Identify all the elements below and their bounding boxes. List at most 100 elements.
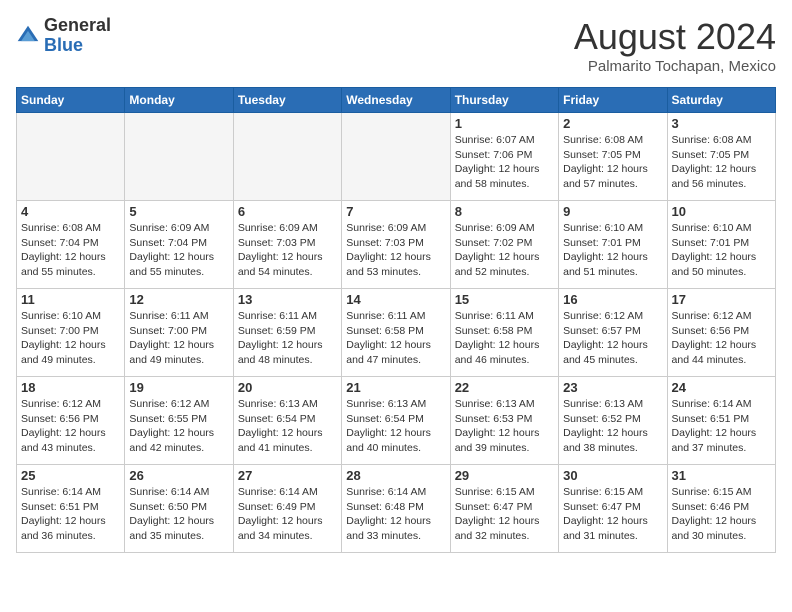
calendar-cell: 18 Sunrise: 6:12 AM Sunset: 6:56 PM Dayli…	[17, 377, 125, 465]
day-number: 22	[455, 380, 554, 395]
calendar-cell: 19Sunrise: 6:12 AM Sunset: 6:55 PM Dayli…	[125, 377, 233, 465]
weekday-header-saturday: Saturday	[667, 88, 775, 113]
calendar-cell: 9Sunrise: 6:10 AM Sunset: 7:01 PM Daylig…	[559, 201, 667, 289]
calendar-cell: 12 Sunrise: 6:11 AM Sunset: 7:00 PM Dayli…	[125, 289, 233, 377]
calendar-table: SundayMondayTuesdayWednesdayThursdayFrid…	[16, 87, 776, 553]
calendar-cell: 15Sunrise: 6:11 AM Sunset: 6:58 PM Dayli…	[450, 289, 558, 377]
day-number: 21	[346, 380, 445, 395]
cell-info: Sunrise: 6:13 AM Sunset: 6:54 PM Dayligh…	[238, 397, 337, 456]
calendar-cell: 4 Sunrise: 6:08 AM Sunset: 7:04 PM Daylig…	[17, 201, 125, 289]
calendar-week-2: 4 Sunrise: 6:08 AM Sunset: 7:04 PM Daylig…	[17, 201, 776, 289]
weekday-header-friday: Friday	[559, 88, 667, 113]
day-number: 1	[455, 116, 554, 131]
day-number: 2	[563, 116, 662, 131]
day-number: 3	[672, 116, 771, 131]
calendar-cell: 30Sunrise: 6:15 AM Sunset: 6:47 PM Dayli…	[559, 465, 667, 553]
calendar-cell	[342, 113, 450, 201]
calendar-cell: 11Sunrise: 6:10 AM Sunset: 7:00 PM Dayli…	[17, 289, 125, 377]
cell-info: Sunrise: 6:13 AM Sunset: 6:54 PM Dayligh…	[346, 397, 445, 456]
cell-info: Sunrise: 6:09 AM Sunset: 7:03 PM Dayligh…	[346, 221, 445, 280]
cell-info: Sunrise: 6:12 AM Sunset: 6:55 PM Dayligh…	[129, 397, 228, 456]
cell-info: Sunrise: 6:11 AM Sunset: 6:59 PM Dayligh…	[238, 309, 337, 368]
cell-info: Sunrise: 6:08 AM Sunset: 7:05 PM Dayligh…	[672, 133, 771, 192]
cell-info: Sunrise: 6:11 AM Sunset: 6:58 PM Dayligh…	[455, 309, 554, 368]
day-number: 4	[21, 204, 120, 219]
calendar-cell: 13 Sunrise: 6:11 AM Sunset: 6:59 PM Dayli…	[233, 289, 341, 377]
calendar-cell: 14 Sunrise: 6:11 AM Sunset: 6:58 PM Dayli…	[342, 289, 450, 377]
calendar-cell: 6 Sunrise: 6:09 AM Sunset: 7:03 PM Daylig…	[233, 201, 341, 289]
cell-info: Sunrise: 6:15 AM Sunset: 6:47 PM Dayligh…	[455, 485, 554, 544]
calendar-cell: 24 Sunrise: 6:14 AM Sunset: 6:51 PM Dayli…	[667, 377, 775, 465]
calendar-cell: 29 Sunrise: 6:15 AM Sunset: 6:47 PM Dayli…	[450, 465, 558, 553]
logo-blue-text: Blue	[44, 35, 83, 55]
cell-info: Sunrise: 6:14 AM Sunset: 6:51 PM Dayligh…	[21, 485, 120, 544]
calendar-cell: 28 Sunrise: 6:14 AM Sunset: 6:48 PM Dayli…	[342, 465, 450, 553]
calendar-cell: 25 Sunrise: 6:14 AM Sunset: 6:51 PM Dayli…	[17, 465, 125, 553]
cell-info: Sunrise: 6:14 AM Sunset: 6:49 PM Dayligh…	[238, 485, 337, 544]
day-number: 6	[238, 204, 337, 219]
calendar-header: SundayMondayTuesdayWednesdayThursdayFrid…	[17, 88, 776, 113]
day-number: 13	[238, 292, 337, 307]
weekday-header-tuesday: Tuesday	[233, 88, 341, 113]
cell-info: Sunrise: 6:12 AM Sunset: 6:56 PM Dayligh…	[672, 309, 771, 368]
day-number: 12	[129, 292, 228, 307]
calendar-cell: 7 Sunrise: 6:09 AM Sunset: 7:03 PM Daylig…	[342, 201, 450, 289]
cell-info: Sunrise: 6:13 AM Sunset: 6:53 PM Dayligh…	[455, 397, 554, 456]
weekday-header-thursday: Thursday	[450, 88, 558, 113]
weekday-header-sunday: Sunday	[17, 88, 125, 113]
calendar-week-3: 11Sunrise: 6:10 AM Sunset: 7:00 PM Dayli…	[17, 289, 776, 377]
calendar-cell	[233, 113, 341, 201]
calendar-cell: 20Sunrise: 6:13 AM Sunset: 6:54 PM Dayli…	[233, 377, 341, 465]
day-number: 24	[672, 380, 771, 395]
calendar-cell	[125, 113, 233, 201]
logo-icon	[16, 24, 40, 48]
day-number: 7	[346, 204, 445, 219]
day-number: 14	[346, 292, 445, 307]
cell-info: Sunrise: 6:13 AM Sunset: 6:52 PM Dayligh…	[563, 397, 662, 456]
day-number: 25	[21, 468, 120, 483]
cell-info: Sunrise: 6:10 AM Sunset: 7:01 PM Dayligh…	[672, 221, 771, 280]
calendar-cell: 23 Sunrise: 6:13 AM Sunset: 6:52 PM Dayli…	[559, 377, 667, 465]
day-number: 18	[21, 380, 120, 395]
location-subtitle: Palmarito Tochapan, Mexico	[574, 58, 776, 75]
cell-info: Sunrise: 6:08 AM Sunset: 7:05 PM Dayligh…	[563, 133, 662, 192]
day-number: 16	[563, 292, 662, 307]
month-title: August 2024	[574, 16, 776, 58]
calendar-week-5: 25 Sunrise: 6:14 AM Sunset: 6:51 PM Dayli…	[17, 465, 776, 553]
day-number: 23	[563, 380, 662, 395]
calendar-cell: 8 Sunrise: 6:09 AM Sunset: 7:02 PM Daylig…	[450, 201, 558, 289]
cell-info: Sunrise: 6:10 AM Sunset: 7:01 PM Dayligh…	[563, 221, 662, 280]
cell-info: Sunrise: 6:11 AM Sunset: 7:00 PM Dayligh…	[129, 309, 228, 368]
cell-info: Sunrise: 6:07 AM Sunset: 7:06 PM Dayligh…	[455, 133, 554, 192]
calendar-cell: 2 Sunrise: 6:08 AM Sunset: 7:05 PM Daylig…	[559, 113, 667, 201]
calendar-cell: 17 Sunrise: 6:12 AM Sunset: 6:56 PM Dayli…	[667, 289, 775, 377]
day-number: 29	[455, 468, 554, 483]
day-number: 8	[455, 204, 554, 219]
cell-info: Sunrise: 6:12 AM Sunset: 6:57 PM Dayligh…	[563, 309, 662, 368]
weekday-header-monday: Monday	[125, 88, 233, 113]
cell-info: Sunrise: 6:09 AM Sunset: 7:03 PM Dayligh…	[238, 221, 337, 280]
day-number: 17	[672, 292, 771, 307]
calendar-cell: 3 Sunrise: 6:08 AM Sunset: 7:05 PM Daylig…	[667, 113, 775, 201]
day-number: 11	[21, 292, 120, 307]
calendar-cell: 5Sunrise: 6:09 AM Sunset: 7:04 PM Daylig…	[125, 201, 233, 289]
weekday-header-wednesday: Wednesday	[342, 88, 450, 113]
calendar-cell: 16 Sunrise: 6:12 AM Sunset: 6:57 PM Dayli…	[559, 289, 667, 377]
day-number: 5	[129, 204, 228, 219]
page-header: General Blue August 2024 Palmarito Tocha…	[16, 16, 776, 75]
title-block: August 2024 Palmarito Tochapan, Mexico	[574, 16, 776, 75]
calendar-cell: 21 Sunrise: 6:13 AM Sunset: 6:54 PM Dayli…	[342, 377, 450, 465]
cell-info: Sunrise: 6:14 AM Sunset: 6:51 PM Dayligh…	[672, 397, 771, 456]
day-number: 26	[129, 468, 228, 483]
day-number: 28	[346, 468, 445, 483]
calendar-cell	[17, 113, 125, 201]
calendar-cell: 10Sunrise: 6:10 AM Sunset: 7:01 PM Dayli…	[667, 201, 775, 289]
cell-info: Sunrise: 6:11 AM Sunset: 6:58 PM Dayligh…	[346, 309, 445, 368]
day-number: 30	[563, 468, 662, 483]
cell-info: Sunrise: 6:12 AM Sunset: 6:56 PM Dayligh…	[21, 397, 120, 456]
calendar-cell: 1 Sunrise: 6:07 AM Sunset: 7:06 PM Daylig…	[450, 113, 558, 201]
day-number: 27	[238, 468, 337, 483]
cell-info: Sunrise: 6:14 AM Sunset: 6:48 PM Dayligh…	[346, 485, 445, 544]
cell-info: Sunrise: 6:09 AM Sunset: 7:02 PM Dayligh…	[455, 221, 554, 280]
cell-info: Sunrise: 6:08 AM Sunset: 7:04 PM Dayligh…	[21, 221, 120, 280]
